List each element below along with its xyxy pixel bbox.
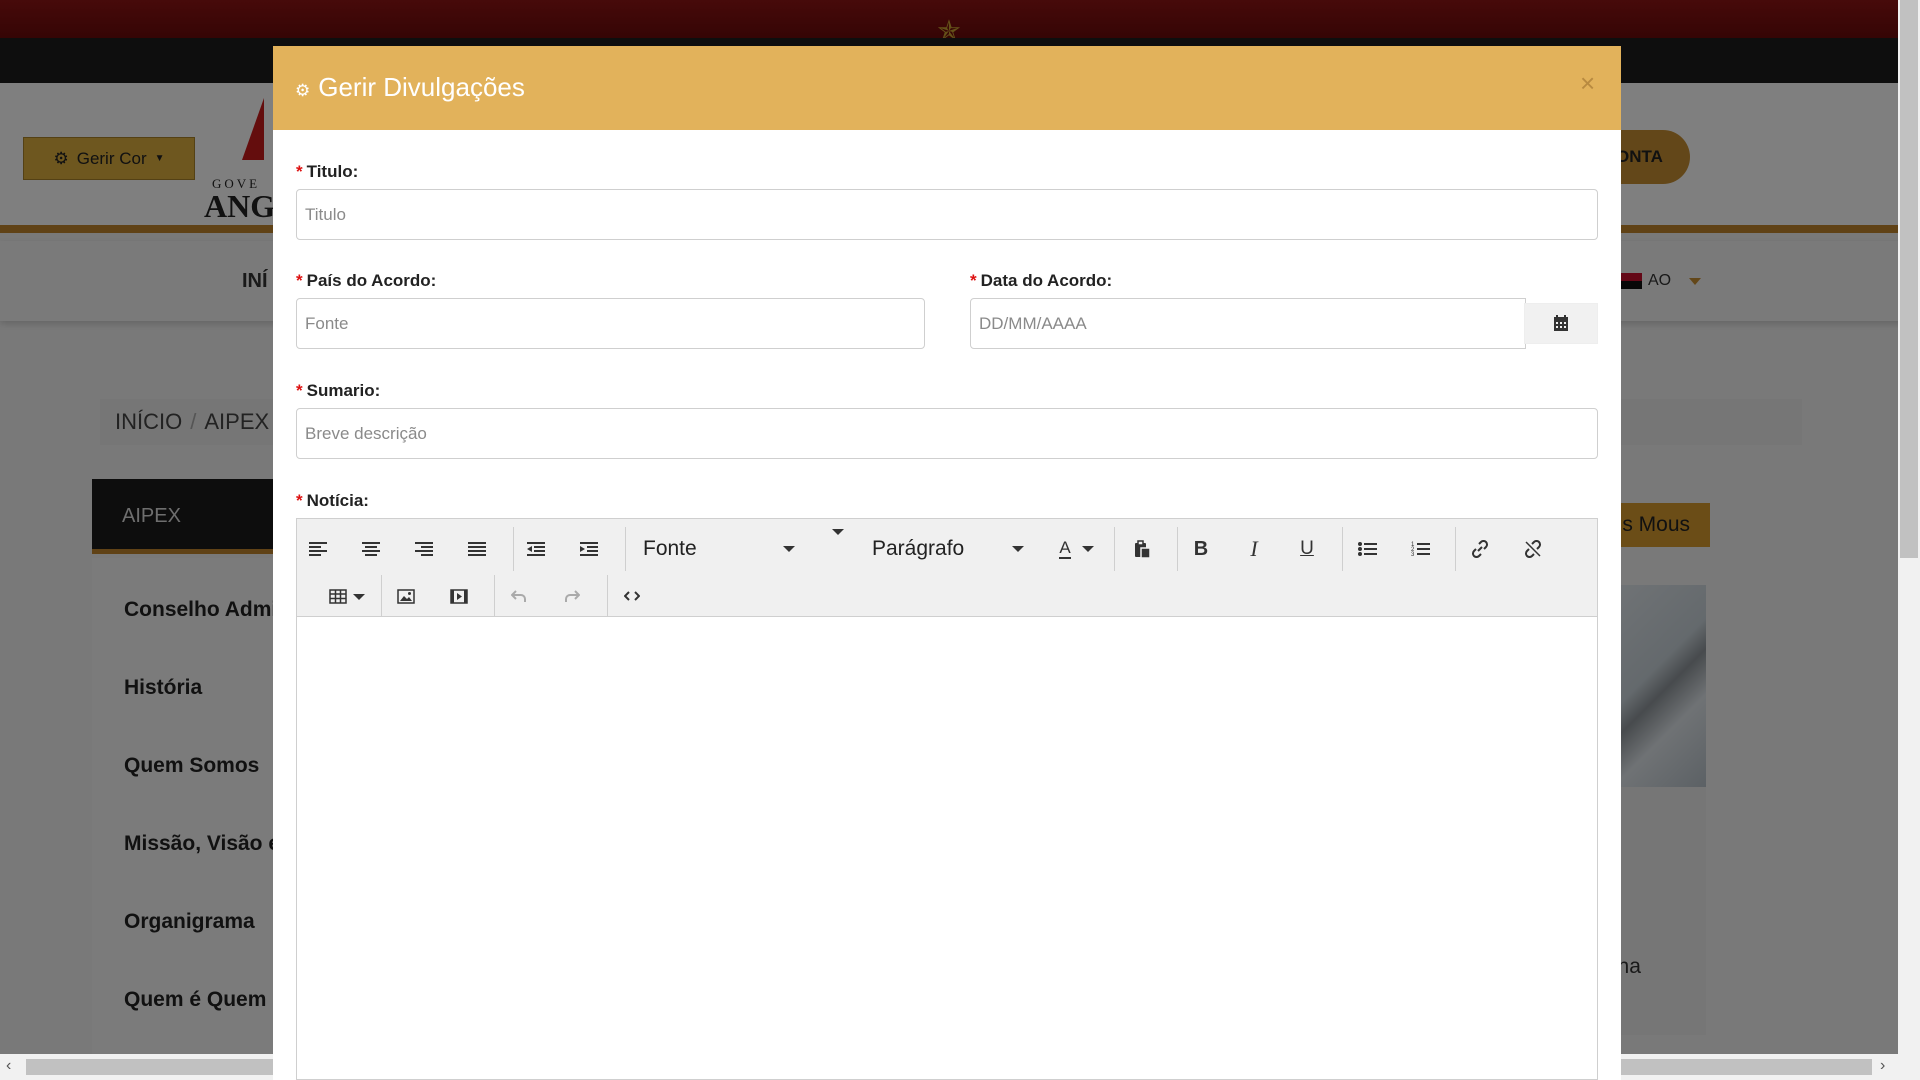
toolbar-separator bbox=[1455, 527, 1456, 571]
calendar-button[interactable] bbox=[1524, 303, 1598, 344]
indent-button[interactable] bbox=[569, 529, 609, 569]
paste-button[interactable] bbox=[1122, 529, 1162, 569]
scrollbar-thumb[interactable] bbox=[1900, 0, 1918, 558]
redo-button[interactable] bbox=[552, 576, 592, 616]
font-family-value: Fonte bbox=[643, 537, 697, 560]
sumario-label: * Sumario: bbox=[296, 381, 380, 401]
insert-image-button[interactable] bbox=[386, 576, 426, 616]
toolbar-separator bbox=[1177, 527, 1178, 571]
align-left-icon bbox=[309, 542, 327, 556]
align-center-button[interactable] bbox=[351, 529, 391, 569]
code-icon bbox=[624, 591, 640, 601]
noticia-label: * Notícia: bbox=[296, 491, 369, 511]
numbered-list-icon: 123 bbox=[1411, 542, 1430, 557]
toolbar-separator bbox=[494, 575, 495, 619]
text-color-icon: A bbox=[1059, 538, 1071, 559]
italic-button[interactable]: I bbox=[1234, 529, 1274, 569]
underline-icon: U bbox=[1300, 538, 1314, 559]
outdent-icon bbox=[527, 542, 545, 556]
required-mark: * bbox=[296, 491, 303, 510]
align-justify-icon bbox=[468, 542, 486, 556]
toolbar-separator bbox=[1114, 527, 1115, 571]
caret-down-icon bbox=[353, 594, 365, 600]
image-icon bbox=[397, 588, 415, 604]
calendar-icon bbox=[1554, 315, 1568, 331]
unlink-icon bbox=[1524, 540, 1542, 558]
data-label-text: Data do Acordo: bbox=[980, 271, 1113, 290]
bulleted-list-button[interactable] bbox=[1347, 529, 1387, 569]
video-icon bbox=[450, 588, 468, 604]
font-family-dropdown[interactable]: Fonte bbox=[643, 529, 813, 569]
caret-down-icon bbox=[1082, 546, 1094, 552]
noticia-label-text: Notícia: bbox=[306, 491, 369, 510]
pais-label: * País do Acordo: bbox=[296, 271, 436, 291]
required-mark: * bbox=[296, 162, 303, 181]
italic-icon: I bbox=[1250, 536, 1258, 561]
paragraph-format-value: Parágrafo bbox=[872, 537, 965, 560]
pais-label-text: País do Acordo: bbox=[306, 271, 437, 290]
svg-text:3: 3 bbox=[1411, 552, 1415, 557]
undo-button[interactable] bbox=[499, 576, 539, 616]
align-right-button[interactable] bbox=[404, 529, 444, 569]
modal-header: ⚙ Gerir Divulgações × bbox=[273, 46, 1621, 130]
bulleted-list-icon bbox=[1357, 542, 1377, 556]
gear-icon: ⚙ bbox=[295, 80, 311, 100]
underline-button[interactable]: U bbox=[1287, 529, 1327, 569]
link-icon bbox=[1471, 540, 1489, 558]
code-view-button[interactable] bbox=[612, 576, 652, 616]
align-justify-button[interactable] bbox=[457, 529, 497, 569]
undo-icon bbox=[511, 590, 526, 602]
insert-link-button[interactable] bbox=[1460, 529, 1500, 569]
insert-video-button[interactable] bbox=[439, 576, 479, 616]
paste-icon bbox=[1134, 540, 1151, 558]
toolbar-separator bbox=[607, 575, 608, 619]
indent-icon bbox=[580, 542, 598, 556]
toolbar-separator bbox=[625, 527, 626, 571]
caret-down-icon[interactable] bbox=[832, 529, 844, 535]
close-button[interactable]: × bbox=[1580, 68, 1595, 99]
editor-content-area[interactable] bbox=[297, 617, 1597, 1079]
modal-title-text: Gerir Divulgações bbox=[318, 72, 525, 102]
data-label: * Data do Acordo: bbox=[970, 271, 1112, 291]
required-mark: * bbox=[970, 271, 977, 290]
sumario-label-text: Sumario: bbox=[306, 381, 381, 400]
pais-input[interactable] bbox=[296, 298, 925, 349]
table-icon bbox=[329, 588, 347, 604]
scroll-right-icon[interactable]: › bbox=[1880, 1057, 1885, 1075]
sumario-input[interactable] bbox=[296, 408, 1598, 459]
titulo-label-text: Titulo: bbox=[306, 162, 359, 181]
bold-icon: B bbox=[1193, 537, 1209, 560]
toolbar-separator bbox=[513, 527, 514, 571]
table-button[interactable] bbox=[313, 576, 365, 616]
align-right-icon bbox=[415, 542, 433, 556]
required-mark: * bbox=[296, 271, 303, 290]
required-mark: * bbox=[296, 381, 303, 400]
vertical-scrollbar[interactable] bbox=[1898, 0, 1920, 1080]
caret-down-icon bbox=[1012, 546, 1024, 552]
redo-icon bbox=[565, 590, 580, 602]
outdent-button[interactable] bbox=[516, 529, 556, 569]
titulo-input[interactable] bbox=[296, 189, 1598, 240]
caret-down-icon bbox=[783, 546, 795, 552]
noticia-rich-text-editor: Fonte Parágrafo A B I U 1 2 3 bbox=[296, 518, 1598, 1080]
align-left-button[interactable] bbox=[298, 529, 338, 569]
numbered-list-button[interactable]: 123 bbox=[1400, 529, 1440, 569]
toolbar-separator bbox=[1342, 527, 1343, 571]
paragraph-format-dropdown[interactable]: Parágrafo bbox=[872, 529, 1027, 569]
unlink-button[interactable] bbox=[1513, 529, 1553, 569]
bold-button[interactable]: B bbox=[1181, 529, 1221, 569]
modal-title: ⚙ Gerir Divulgações bbox=[295, 72, 525, 103]
editor-toolbar: Fonte Parágrafo A B I U 1 2 3 bbox=[297, 519, 1597, 619]
data-input[interactable] bbox=[970, 298, 1526, 349]
text-color-button[interactable]: A bbox=[1040, 529, 1094, 569]
titulo-label: * Titulo: bbox=[296, 162, 358, 182]
scroll-left-icon[interactable]: ‹ bbox=[6, 1057, 11, 1075]
gerir-divulgacoes-modal: ⚙ Gerir Divulgações × *Titulo: *País do … bbox=[273, 46, 1621, 1080]
align-center-icon bbox=[362, 542, 380, 556]
toolbar-separator bbox=[381, 575, 382, 619]
